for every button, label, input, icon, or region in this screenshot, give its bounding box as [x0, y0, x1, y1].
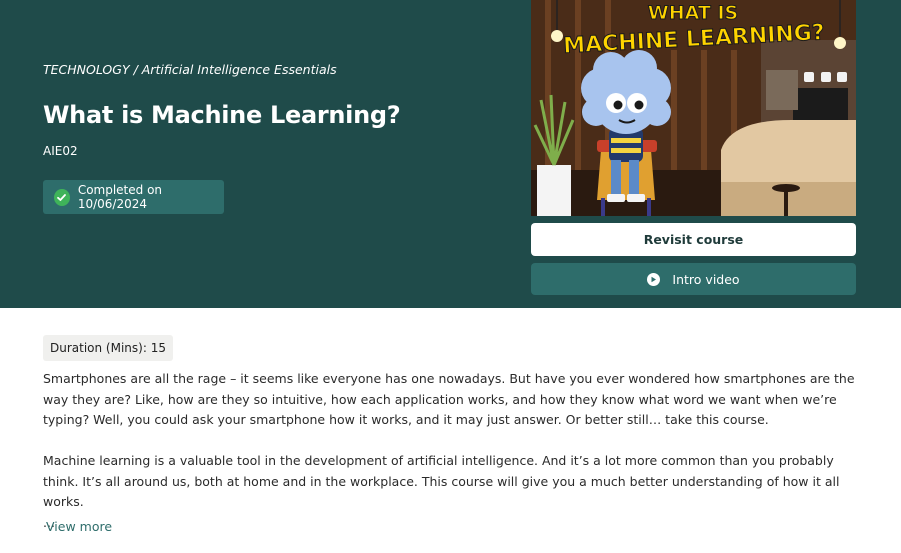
play-icon — [647, 272, 661, 286]
breadcrumb[interactable]: TECHNOLOGY / Artificial Intelligence Ess… — [43, 62, 337, 77]
intro-video-label: Intro video — [672, 271, 740, 287]
course-thumbnail[interactable]: WHAT IS MACHINE LEARNING? — [531, 0, 856, 216]
duration-badge: Duration (Mins): 15 — [43, 335, 173, 361]
page-title: What is Machine Learning? — [43, 101, 401, 129]
revisit-course-button[interactable]: Revisit course — [531, 223, 856, 256]
description-paragraph: Machine learning is a valuable tool in t… — [43, 453, 840, 509]
description-paragraph: Smartphones are all the rage – it seems … — [43, 371, 855, 427]
description-ellipsis: ... — [43, 514, 55, 530]
course-description: Smartphones are all the rage – it seems … — [43, 369, 863, 533]
course-hero: TECHNOLOGY / Artificial Intelligence Ess… — [0, 0, 901, 308]
thumbnail-title-line1: WHAT IS — [648, 2, 738, 24]
completed-badge: Completed on 10/06/2024 — [43, 180, 224, 214]
check-circle-icon — [54, 188, 70, 206]
completed-label: Completed on 10/06/2024 — [77, 183, 163, 211]
intro-video-button[interactable]: Intro video — [531, 263, 856, 295]
thumbnail-illustration: WHAT IS MACHINE LEARNING? — [531, 0, 856, 216]
course-code: AIE02 — [43, 144, 78, 158]
view-more-link[interactable]: View more — [46, 519, 112, 534]
